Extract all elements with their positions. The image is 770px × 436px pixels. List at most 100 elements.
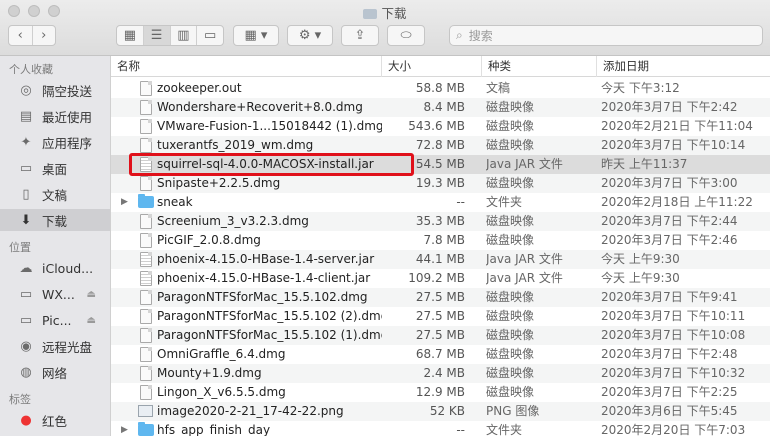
file-name: hfs_app_finish_day [157,423,271,436]
file-row[interactable]: Mounty+1.9.dmg 2.4 MB 磁盘映像 2020年3月7日 下午10:3… [111,364,770,383]
column-header-date[interactable]: 添加日期 [596,56,770,77]
file-row[interactable]: ▶ sneak -- 文件夹 2020年2月18日 上午11:22 [111,193,770,212]
gallery-view-icon[interactable]: ▭ [197,26,223,45]
sidebar-item-label: 桌面 [42,161,68,177]
eject-icon[interactable]: ⏏ [87,315,96,326]
group-button[interactable]: ▦ ▾ [233,25,279,46]
folder-icon [363,9,378,19]
file-row[interactable]: ▶ hfs_app_finish_day -- 文件夹 2020年2月20日 下午7:0… [111,421,770,436]
column-view-icon[interactable]: ▥ [171,26,198,45]
sidebar-item[interactable]: ● 红色 [0,409,110,431]
file-row[interactable]: Lingon_X_v6.5.5.dmg 12.9 MB 磁盘映像 2020年3月7日 … [111,383,770,402]
eject-icon[interactable]: ⏏ [87,289,96,300]
search-field[interactable]: ⌕ 搜索 [449,25,763,46]
sidebar-item[interactable]: ⬇ 下载 [0,209,110,231]
file-kind: 磁盘映像 [486,366,535,380]
list-view-icon[interactable]: ☰ [143,26,171,45]
file-date-added: 2020年2月18日 上午11:22 [601,195,753,209]
file-row[interactable]: ParagonNTFSforMac_15.5.102 (1).dmg 27.5 M… [111,326,770,345]
document-icon [140,309,152,324]
sidebar-item-label: iCloud... [42,260,94,276]
file-date-added: 2020年3月7日 下午2:42 [601,100,738,114]
file-size: 35.3 MB [415,214,465,228]
column-header-size[interactable]: 大小 [381,56,486,77]
folder-icon [138,422,154,436]
file-name: Mounty+1.9.dmg [157,366,262,380]
sidebar-item[interactable]: ▭ Pic... ⏏ [0,309,110,331]
document-icon [140,100,152,115]
file-kind: 文稿 [486,81,511,95]
icon-view-icon[interactable]: ▦ [117,26,144,45]
sidebar-section-header: 个人收藏 [9,63,53,76]
file-date-added: 2020年3月7日 下午2:48 [601,347,738,361]
sidebar-item[interactable]: ▭ 桌面 [0,157,110,179]
highlight-annotation [129,153,414,176]
file-size: 8.4 MB [423,100,465,114]
file-row[interactable]: phoenix-4.15.0-HBase-1.4-server.jar 44.1 … [111,250,770,269]
chevron-left-icon[interactable]: ‹ [9,26,33,45]
column-header-row: 名称 大小 种类 添加日期 [111,56,770,77]
file-size: 27.5 MB [415,309,465,323]
file-date-added: 昨天 上午11:37 [601,157,688,171]
file-kind: 磁盘映像 [486,309,535,323]
column-header-kind[interactable]: 种类 [481,56,596,77]
action-button[interactable]: ⚙ ▾ [287,25,333,46]
red-tag-icon: ● [20,412,32,428]
file-row[interactable]: PicGIF_2.0.8.dmg 7.8 MB 磁盘映像 2020年3月7日 下午2:… [111,231,770,250]
file-kind: Java JAR 文件 [486,157,563,171]
sidebar-item-label: 隔空投送 [42,83,93,99]
file-row[interactable]: Snipaste+2.2.5.dmg 19.3 MB 磁盘映像 2020年3月7日 下… [111,174,770,193]
file-date-added: 2020年3月7日 下午10:08 [601,328,746,342]
window-toolbar: 下载 ‹ › ▦ ☰ ▥ ▭ ▦ ▾ ⚙ ▾ ⇪ ⬭ ⌕ 搜索 [0,0,770,56]
sidebar-item-label: 下载 [42,213,68,229]
file-row[interactable]: ParagonNTFSforMac_15.5.102 (2).dmg 27.5 M… [111,307,770,326]
document-icon [140,385,152,400]
file-row[interactable]: Wondershare+Recoverit+8.0.dmg 8.4 MB 磁盘映像 2… [111,98,770,117]
gear-icon: ⚙ ▾ [298,28,322,43]
file-date-added: 2020年3月7日 下午10:32 [601,366,746,380]
file-kind: 磁盘映像 [486,233,535,247]
sidebar: 个人收藏 ◎ 隔空投送 ▤ 最近使用 ✦ 应用程序 ▭ 桌面 ▯ 文稿 ⬇ 下载 位置 ☁ iCloud...… [0,56,111,436]
folder-icon [138,194,154,208]
sidebar-item[interactable]: ☁ iCloud... [0,257,110,279]
file-name: image2020-2-21_17-42-22.png [157,404,344,418]
sidebar-item[interactable]: ◎ 隔空投送 [0,79,110,101]
desktop-icon: ▭ [19,160,33,176]
file-row[interactable]: VMware-Fusion-1...15018442 (1).dmg 543.6 … [111,117,770,136]
sidebar-item[interactable]: ▭ WX... ⏏ [0,283,110,305]
disclosure-triangle-icon[interactable]: ▶ [121,421,128,436]
tag-icon: ⬭ [400,28,412,43]
file-date-added: 2020年3月6日 下午5:45 [601,404,738,418]
documents-icon: ▯ [22,186,30,202]
file-kind: 磁盘映像 [486,385,535,399]
optical-disc-icon: ◉ [20,338,32,354]
back-forward-control: ‹ › [8,25,56,46]
file-row[interactable]: phoenix-4.15.0-HBase-1.4-client.jar 109.2… [111,269,770,288]
file-size: 109.2 MB [408,271,465,285]
recents-icon: ▤ [19,108,33,124]
file-row[interactable]: zookeeper.out 58.8 MB 文稿 今天 下午3:12 [111,79,770,98]
file-row[interactable]: ParagonNTFSforMac_15.5.102.dmg 27.5 MB 磁盘映… [111,288,770,307]
file-date-added: 2020年3月7日 下午2:46 [601,233,738,247]
file-kind: PNG 图像 [486,404,540,418]
file-row[interactable]: OmniGraffle_6.4.dmg 68.7 MB 磁盘映像 2020年3月7日 … [111,345,770,364]
file-row[interactable]: image2020-2-21_17-42-22.png 52 KB PNG 图像 20… [111,402,770,421]
document-icon [140,214,152,229]
document-icon [140,119,152,134]
sidebar-item[interactable]: ▯ 文稿 [0,183,110,205]
sidebar-item[interactable]: ◍ 网络 [0,361,110,383]
sidebar-item[interactable]: ▤ 最近使用 [0,105,110,127]
document-icon [140,328,152,343]
chevron-right-icon[interactable]: › [33,26,56,45]
file-row[interactable]: Screenium_3_v3.2.3.dmg 35.3 MB 磁盘映像 2020年3月… [111,212,770,231]
file-date-added: 2020年3月7日 下午2:44 [601,214,738,228]
file-kind: 文件夹 [486,423,523,436]
share-button[interactable]: ⇪ [341,25,379,46]
column-header-name[interactable]: 名称 [111,56,381,77]
document-icon [140,233,152,248]
disclosure-triangle-icon[interactable]: ▶ [121,193,128,212]
file-date-added: 2020年3月7日 下午10:11 [601,309,746,323]
sidebar-item[interactable]: ◉ 远程光盘 [0,335,110,357]
tags-button[interactable]: ⬭ [387,25,425,46]
sidebar-item[interactable]: ✦ 应用程序 [0,131,110,153]
